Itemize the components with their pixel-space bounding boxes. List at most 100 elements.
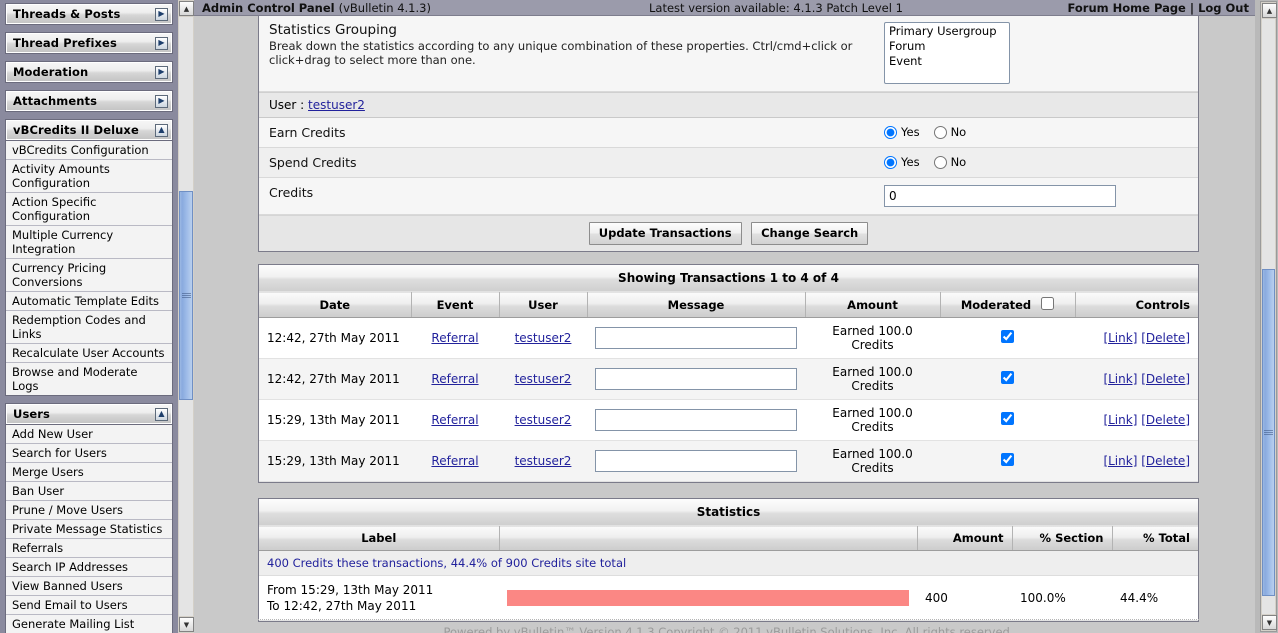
spend-credits-yes-radio[interactable] [884,155,897,169]
link-action[interactable]: [Link] [1103,372,1137,386]
delete-action[interactable]: [Delete] [1141,413,1190,427]
sidebar-group-header-users[interactable]: Users ▲ [5,403,173,425]
user-link[interactable]: testuser2 [515,331,572,345]
page-scrollbar-inner[interactable]: ▲ ▼ [1260,1,1277,632]
sidebar-item-search-ip-addresses[interactable]: Search IP Addresses [6,558,172,577]
topbar: Admin Control Panel (vBulletin 4.1.3) La… [194,0,1255,16]
page-scroll-track[interactable] [1262,19,1275,614]
sidebar-item-automatic-template-edits[interactable]: Automatic Template Edits [6,292,172,311]
sidebar-item-search-for-users[interactable]: Search for Users [6,444,172,463]
delete-action[interactable]: [Delete] [1141,454,1190,468]
event-link[interactable]: Referral [431,331,478,345]
sidebar-item-private-message-statistics[interactable]: Private Message Statistics [6,520,172,539]
sidebar-item-add-new-user[interactable]: Add New User [6,425,172,444]
sidebar-item-ban-user[interactable]: Ban User [6,482,172,501]
chevron-right-icon[interactable]: ▶ [155,36,168,50]
sidebar-group-header-attachments[interactable]: Attachments ▶ [5,90,173,112]
earn-credits-no[interactable]: No [933,125,966,139]
moderated-select-all-checkbox[interactable] [1041,297,1055,310]
earn-credits-yes-radio[interactable] [884,125,897,139]
message-input[interactable] [595,409,797,431]
chevron-right-icon[interactable]: ▶ [155,65,168,79]
scroll-down-icon[interactable]: ▼ [1262,615,1277,630]
scroll-up-icon[interactable]: ▲ [179,1,194,16]
chevron-up-icon[interactable]: ▲ [155,123,168,137]
column-header-user[interactable]: User [499,291,588,318]
spend-credits-yes[interactable]: Yes [884,155,920,169]
message-input[interactable] [595,450,797,472]
chevron-up-icon[interactable]: ▲ [155,407,168,421]
delete-action[interactable]: [Delete] [1141,372,1190,386]
scroll-down-icon[interactable]: ▼ [179,617,194,632]
chevron-right-icon[interactable]: ▶ [155,7,168,21]
sidebar-item-merge-users[interactable]: Merge Users [6,463,172,482]
column-header-event[interactable]: Event [411,291,500,318]
change-search-button[interactable]: Change Search [751,222,869,245]
sidebar-scrollbar[interactable]: ▲ ▼ [177,0,194,633]
grouping-option-event[interactable]: Event [887,54,1007,69]
chevron-right-icon[interactable]: ▶ [155,94,168,108]
sidebar-item-activity-amounts-configuration[interactable]: Activity Amounts Configuration [6,160,172,193]
link-action[interactable]: [Link] [1103,413,1137,427]
credits-input[interactable] [884,185,1116,207]
cell-user: testuser2 [499,317,587,359]
column-header-label: Label [259,525,500,551]
column-header-amount[interactable]: Amount [805,291,941,318]
sidebar-scroll-track[interactable] [179,17,193,616]
sidebar-item-prune-move-users[interactable]: Prune / Move Users [6,501,172,520]
user-filter-link[interactable]: testuser2 [308,98,365,112]
sidebar-group-header-vbcredits[interactable]: vBCredits II Deluxe ▲ [5,119,173,141]
column-header-message[interactable]: Message [587,291,806,318]
statistics-grouping-select[interactable]: Primary Usergroup Forum Event [884,22,1010,84]
spend-credits-label: Spend Credits [269,155,357,170]
column-header-date[interactable]: Date [259,291,412,318]
sidebar-item-vbcredits-configuration[interactable]: vBCredits Configuration [6,141,172,160]
sidebar-group-header-threads-posts[interactable]: Threads & Posts ▶ [5,3,173,25]
sidebar-item-action-specific-configuration[interactable]: Action Specific Configuration [6,193,172,226]
event-link[interactable]: Referral [431,413,478,427]
link-action[interactable]: [Link] [1103,454,1137,468]
moderated-checkbox[interactable] [1001,453,1014,466]
app-version: (vBulletin 4.1.3) [338,0,431,15]
user-link[interactable]: testuser2 [515,372,572,386]
grouping-option-forum[interactable]: Forum [887,39,1007,54]
sidebar-item-browse-and-moderate-logs[interactable]: Browse and Moderate Logs [6,363,172,395]
grouping-option-primary-usergroup[interactable]: Primary Usergroup [887,24,1007,39]
moderated-checkbox[interactable] [1001,412,1014,425]
spend-credits-no[interactable]: No [933,155,966,169]
sidebar-item-referrals[interactable]: Referrals [6,539,172,558]
delete-action[interactable]: [Delete] [1141,331,1190,345]
cell-stat-pct-total: 44.4% [1112,575,1198,621]
page-scroll-thumb[interactable] [1262,268,1275,597]
sidebar-item-send-email-to-users[interactable]: Send Email to Users [6,596,172,615]
event-link[interactable]: Referral [431,454,478,468]
moderated-checkbox[interactable] [1001,330,1014,343]
update-transactions-button[interactable]: Update Transactions [588,222,742,245]
sidebar-scroll-thumb[interactable] [179,190,193,401]
sidebar-item-currency-pricing-conversions[interactable]: Currency Pricing Conversions [6,259,172,292]
sidebar-item-generate-mailing-list[interactable]: Generate Mailing List [6,615,172,633]
scroll-up-icon[interactable]: ▲ [1262,3,1277,18]
column-header-controls[interactable]: Controls [1075,291,1198,318]
sidebar-item-recalculate-user-accounts[interactable]: Recalculate User Accounts [6,344,172,363]
sidebar-item-redemption-codes-and-links[interactable]: Redemption Codes and Links [6,311,172,344]
sidebar-group-title: Thread Prefixes [13,36,117,50]
moderated-checkbox[interactable] [1001,371,1014,384]
link-action[interactable]: [Link] [1103,331,1137,345]
page-scrollbar[interactable]: ▲ ▼ [1255,0,1278,633]
earn-credits-yes[interactable]: Yes [884,125,920,139]
user-link[interactable]: testuser2 [515,454,572,468]
message-input[interactable] [595,368,797,390]
earn-credits-no-radio[interactable] [933,125,947,139]
sidebar-item-multiple-currency-integration[interactable]: Multiple Currency Integration [6,226,172,259]
spend-credits-no-radio[interactable] [933,155,947,169]
sidebar-item-view-banned-users[interactable]: View Banned Users [6,577,172,596]
message-input[interactable] [595,327,797,349]
sidebar-group-header-moderation[interactable]: Moderation ▶ [5,61,173,83]
topbar-links[interactable]: Forum Home Page | Log Out [1068,1,1250,15]
main-content: Statistics Grouping Break down the stati… [194,16,1255,633]
user-link[interactable]: testuser2 [515,413,572,427]
transactions-table: Showing Transactions 1 to 4 of 4 Date Ev… [259,265,1198,482]
sidebar-group-header-thread-prefixes[interactable]: Thread Prefixes ▶ [5,32,173,54]
event-link[interactable]: Referral [431,372,478,386]
